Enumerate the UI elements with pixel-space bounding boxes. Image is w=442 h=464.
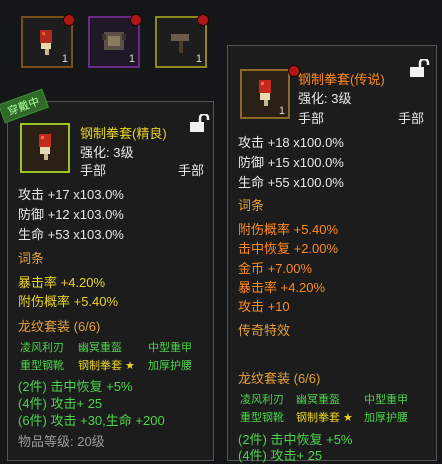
set-item: 重型钢靴 <box>20 360 64 372</box>
affix-title: 词条 <box>238 198 265 213</box>
affix-line: 暴击率 +4.20% <box>18 275 106 290</box>
inventory-slot-armor[interactable]: 1 <box>88 14 142 68</box>
equipped-item-tooltip: 穿戴中 钢制拳套(精良) 强化: 3级 手部 手部 攻击 +17 x103.0%… <box>0 88 214 461</box>
stat-defense: 防御 +15 x100.0% <box>238 155 344 170</box>
stat-hp: 生命 +55 x100.0% <box>238 175 344 190</box>
set-item: 凌风利刃 <box>20 342 64 354</box>
gauntlet-icon <box>259 80 271 106</box>
set-item: 加厚护腰 <box>364 412 408 424</box>
gauntlet-icon <box>39 134 51 160</box>
item-count: 1 <box>195 53 202 65</box>
item-name: 钢制拳套(传说) <box>298 72 385 87</box>
affix-line: 攻击 +10 <box>238 299 290 314</box>
new-item-badge <box>197 14 209 26</box>
slot-type: 手部 <box>298 111 325 126</box>
affix-line: 击中恢复 +2.00% <box>238 241 339 256</box>
set-item-current: 钢制拳套 ★ <box>78 360 135 372</box>
affix-line: 金币 +7.00% <box>238 261 313 276</box>
armor-icon <box>102 32 126 50</box>
stat-hp: 生命 +53 x103.0% <box>18 227 124 242</box>
unlock-icon[interactable] <box>408 59 430 77</box>
affix-title: 词条 <box>18 251 45 266</box>
set-item: 幽冥重盔 <box>296 394 340 406</box>
unlock-icon[interactable] <box>188 114 210 132</box>
set-bonus: (4件) 攻击+ 25 <box>238 448 323 463</box>
stat-defense: 防御 +12 x103.0% <box>18 207 124 222</box>
item-icon: 1 <box>240 65 300 119</box>
legend-effect-title: 传奇特效 <box>238 323 291 338</box>
stat-attack: 攻击 +18 x100.0% <box>238 135 344 150</box>
item-icon <box>20 123 70 173</box>
set-item: 凌风利刃 <box>240 394 284 406</box>
affix-line: 暴击率 +4.20% <box>238 280 326 295</box>
stat-attack: 攻击 +17 x103.0% <box>18 187 124 202</box>
item-count: 1 <box>128 53 135 65</box>
enhance-level: 强化: 3级 <box>298 91 352 106</box>
compare-item-tooltip: 1 钢制拳套(传说) 强化: 3级 手部 手部 攻击 +18 x100.0% 防… <box>227 45 437 463</box>
equipped-badge: 穿戴中 <box>0 88 50 124</box>
affix-line: 附伤概率 +5.40% <box>238 222 339 237</box>
hammer-icon <box>171 34 189 53</box>
enhance-level: 强化: 3级 <box>80 145 134 160</box>
new-item-badge <box>63 14 75 26</box>
set-item-current: 钢制拳套 ★ <box>296 412 353 424</box>
item-name: 钢制拳套(精良) <box>80 126 167 141</box>
set-item: 幽冥重盔 <box>78 342 122 354</box>
item-count: 1 <box>278 105 285 117</box>
item-count: 1 <box>61 53 68 65</box>
inventory-slot-hammer[interactable]: 1 <box>155 14 209 68</box>
set-title: 龙纹套装 (6/6) <box>18 319 101 334</box>
new-item-badge <box>130 14 142 26</box>
set-item: 中型重甲 <box>148 342 192 354</box>
item-level: 物品等级: 20级 <box>18 434 105 449</box>
affix-line: 附伤概率 +5.40% <box>18 294 119 309</box>
slot-type: 手部 <box>80 163 107 178</box>
gauntlet-icon <box>40 30 52 55</box>
set-item: 中型重甲 <box>364 394 408 406</box>
set-title: 龙纹套装 (6/6) <box>238 371 321 386</box>
set-item: 重型钢靴 <box>240 412 284 424</box>
inventory-slot-gauntlet[interactable]: 1 <box>21 14 75 68</box>
slot-type-right: 手部 <box>398 111 425 126</box>
set-item: 加厚护腰 <box>148 360 192 372</box>
slot-type-right: 手部 <box>178 163 205 178</box>
set-bonus: (6件) 攻击 +30,生命 +200 <box>18 413 165 428</box>
